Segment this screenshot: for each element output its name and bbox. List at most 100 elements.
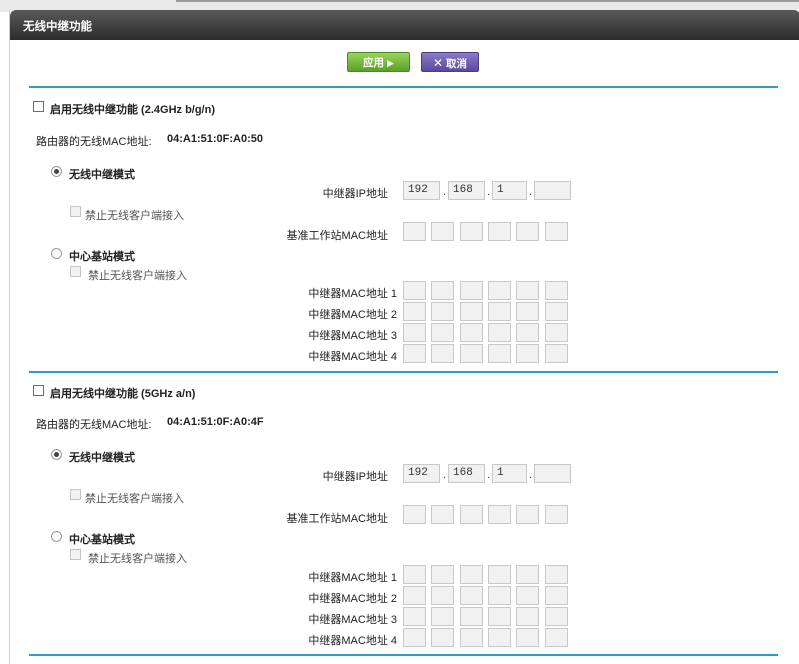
mac-octet-input[interactable] [516, 344, 539, 363]
repeater-ip-octet-4-5g[interactable] [534, 464, 571, 483]
repeater-mac-label-4-5g: 中继器MAC地址 4 [308, 635, 397, 647]
ip-dot: . [487, 186, 491, 198]
mac-octet-input[interactable] [516, 323, 539, 342]
enable-2g-checkbox[interactable] [33, 101, 44, 112]
mac-octet-input[interactable] [545, 302, 568, 321]
mac-octet-input[interactable] [460, 281, 483, 300]
mac-octet-input[interactable] [431, 344, 454, 363]
mac-octet-input[interactable] [516, 505, 539, 524]
mac-octet-input[interactable] [403, 302, 426, 321]
section-divider [29, 86, 778, 88]
mac-octet-input[interactable] [488, 344, 511, 363]
mac-octet-input[interactable] [403, 607, 426, 626]
mac-octet-input[interactable] [460, 344, 483, 363]
repeater-mac-label-2-2g: 中继器MAC地址 2 [308, 309, 397, 321]
mac-octet-input[interactable] [403, 586, 426, 605]
mac-octet-input[interactable] [488, 607, 511, 626]
mac-octet-input[interactable] [488, 586, 511, 605]
repeater-mac-label-3-2g: 中继器MAC地址 3 [308, 330, 397, 342]
mac-octet-input[interactable] [545, 344, 568, 363]
mac-octet-input[interactable] [488, 505, 511, 524]
mac-octet-input[interactable] [545, 565, 568, 584]
repeater-mode-radio-2g[interactable] [51, 166, 62, 177]
disable-clients-checkbox-base-5g[interactable] [70, 549, 81, 560]
mac-octet-input[interactable] [545, 607, 568, 626]
repeater-ip-octet-1-2g[interactable]: 192 [403, 181, 440, 200]
repeater-mode-radio-5g[interactable] [51, 449, 62, 460]
mac-octet-input[interactable] [516, 302, 539, 321]
repeater-mode-label-5g: 无线中继模式 [69, 452, 135, 464]
mac-octet-input[interactable] [488, 628, 511, 647]
repeater-mac-label-1-5g: 中继器MAC地址 1 [308, 572, 397, 584]
mac-octet-input[interactable] [516, 222, 539, 241]
mac-octet-input[interactable] [516, 586, 539, 605]
mac-octet-input[interactable] [403, 281, 426, 300]
base-mode-label-2g: 中心基站模式 [69, 251, 135, 263]
mac-octet-input[interactable] [488, 302, 511, 321]
mac-octet-input[interactable] [403, 344, 426, 363]
mac-octet-input[interactable] [545, 281, 568, 300]
repeater-ip-octet-4-2g[interactable] [534, 181, 571, 200]
repeater-ip-octet-2-2g[interactable]: 168 [448, 181, 485, 200]
enable-5g-checkbox[interactable] [33, 385, 44, 396]
mac-octet-input[interactable] [545, 628, 568, 647]
base-mode-radio-2g[interactable] [51, 248, 62, 259]
repeater-ip-octet-3-2g[interactable]: 1 [492, 181, 527, 200]
repeater-ip-label-5g: 中继器IP地址 [322, 471, 388, 483]
mac-octet-input[interactable] [488, 323, 511, 342]
mac-octet-input[interactable] [460, 505, 483, 524]
mac-octet-input[interactable] [431, 607, 454, 626]
mac-octet-input[interactable] [403, 323, 426, 342]
mac-octet-input[interactable] [545, 222, 568, 241]
mac-octet-input[interactable] [431, 222, 454, 241]
mac-octet-input[interactable] [431, 586, 454, 605]
mac-octet-input[interactable] [403, 505, 426, 524]
mac-octet-input[interactable] [516, 565, 539, 584]
mac-octet-input[interactable] [545, 505, 568, 524]
mac-octet-input[interactable] [431, 565, 454, 584]
mac-octet-input[interactable] [460, 607, 483, 626]
mac-octet-input[interactable] [516, 628, 539, 647]
mac-octet-input[interactable] [516, 607, 539, 626]
mac-octet-input[interactable] [460, 302, 483, 321]
disable-clients-label-base-2g: 禁止无线客户端接入 [88, 270, 187, 282]
disable-clients-checkbox-5g[interactable] [70, 489, 81, 500]
base-mode-radio-5g[interactable] [51, 531, 62, 542]
repeater-ip-octet-3-5g[interactable]: 1 [492, 464, 527, 483]
repeater-ip-label-2g: 中继器IP地址 [322, 188, 388, 200]
mac-octet-input[interactable] [488, 565, 511, 584]
mac-octet-input[interactable] [460, 222, 483, 241]
ip-dot: . [443, 186, 447, 198]
mac-octet-input[interactable] [431, 302, 454, 321]
mac-octet-input[interactable] [516, 281, 539, 300]
mac-octet-input[interactable] [545, 323, 568, 342]
repeater-ip-octet-1-5g[interactable]: 192 [403, 464, 440, 483]
mac-octet-input[interactable] [403, 565, 426, 584]
mac-octet-input[interactable] [545, 586, 568, 605]
mac-octet-input[interactable] [460, 565, 483, 584]
base-mac-label-2g: 基准工作站MAC地址 [286, 230, 388, 242]
mac-octet-input[interactable] [460, 586, 483, 605]
disable-clients-checkbox-2g[interactable] [70, 206, 81, 217]
ip-dot: . [443, 469, 447, 481]
panel-titlebar: 无线中继功能 [10, 10, 799, 40]
mac-octet-input[interactable] [460, 628, 483, 647]
mac-octet-input[interactable] [460, 323, 483, 342]
mac-octet-input[interactable] [403, 222, 426, 241]
mac-octet-input[interactable] [488, 281, 511, 300]
cancel-button[interactable]: ✕ 取消 [421, 52, 479, 72]
mac-octet-input[interactable] [431, 281, 454, 300]
mac-octet-input[interactable] [431, 628, 454, 647]
base-mode-label-5g: 中心基站模式 [69, 534, 135, 546]
mac-octet-input[interactable] [488, 222, 511, 241]
apply-button[interactable]: 应用 ▶ [347, 52, 410, 72]
mac-octet-input[interactable] [431, 323, 454, 342]
repeater-mode-label-2g: 无线中继模式 [69, 169, 135, 181]
enable-5g-label: 启用无线中继功能 (5GHz a/n) [50, 388, 196, 400]
play-arrow-icon: ▶ [387, 58, 394, 68]
mac-octet-input[interactable] [403, 628, 426, 647]
mac-octet-input[interactable] [431, 505, 454, 524]
disable-clients-checkbox-base-2g[interactable] [70, 266, 81, 277]
repeater-ip-octet-2-5g[interactable]: 168 [448, 464, 485, 483]
repeater-mac-label-4-2g: 中继器MAC地址 4 [308, 351, 397, 363]
